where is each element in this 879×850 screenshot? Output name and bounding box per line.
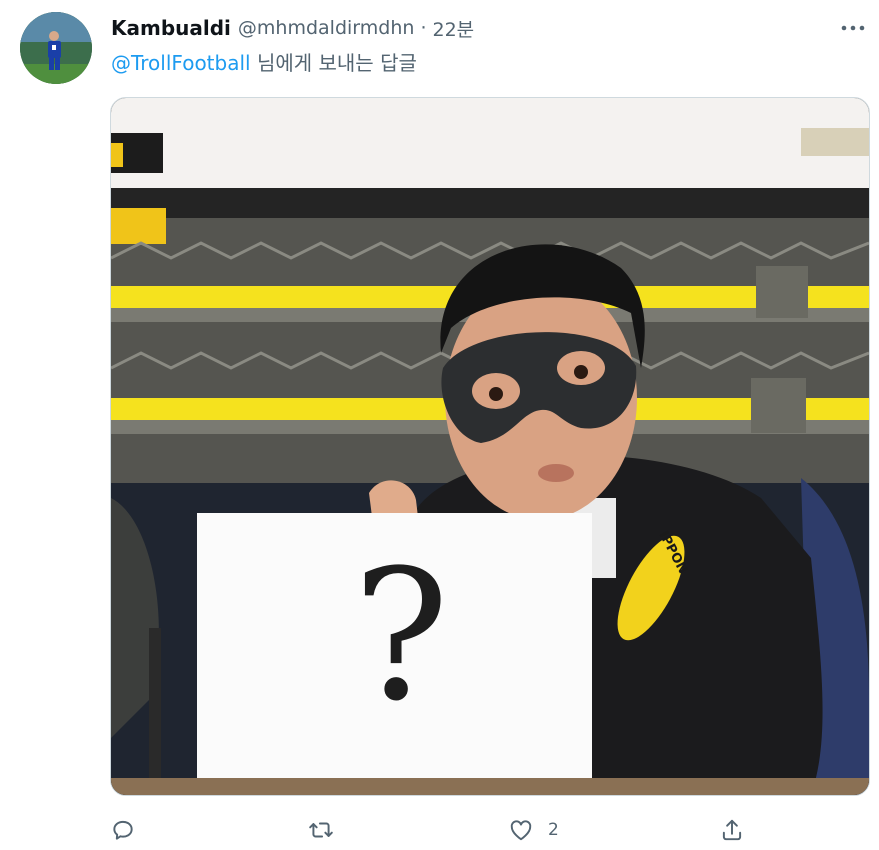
avatar[interactable]	[20, 12, 92, 84]
reply-button[interactable]	[110, 810, 136, 850]
like-count: 2	[548, 820, 559, 840]
timestamp[interactable]: 22분	[432, 15, 474, 42]
separator-dot: ·	[420, 17, 427, 39]
retweet-button[interactable]	[308, 810, 334, 850]
reply-suffix: 님에게 보내는 답글	[256, 51, 417, 75]
retweet-icon	[309, 822, 333, 838]
reply-icon	[113, 820, 133, 840]
ellipsis-icon	[841, 25, 865, 31]
share-button[interactable]	[719, 810, 745, 850]
tweet-actions: 2	[0, 810, 879, 850]
tweet[interactable]: Kambualdi @mhmdaldirmdhn · 22분 @TrollFoo…	[0, 0, 879, 849]
share-icon	[722, 819, 742, 841]
tweet-media-photo[interactable]: IPPON ?	[110, 97, 870, 796]
meme-photo: IPPON ?	[111, 98, 869, 795]
like-button[interactable]: 2	[508, 810, 559, 850]
heart-icon	[510, 820, 532, 841]
more-options-button[interactable]	[836, 14, 870, 42]
reply-mention-link[interactable]: @TrollFootball	[111, 51, 251, 75]
question-mark-sign: ?	[353, 532, 450, 741]
replying-to: @TrollFootball 님에게 보내는 답글	[111, 47, 417, 76]
avatar-image	[20, 12, 92, 84]
tweet-header: Kambualdi @mhmdaldirmdhn · 22분	[111, 14, 474, 42]
display-name[interactable]: Kambualdi	[111, 16, 231, 40]
user-handle[interactable]: @mhmdaldirmdhn	[238, 17, 415, 39]
